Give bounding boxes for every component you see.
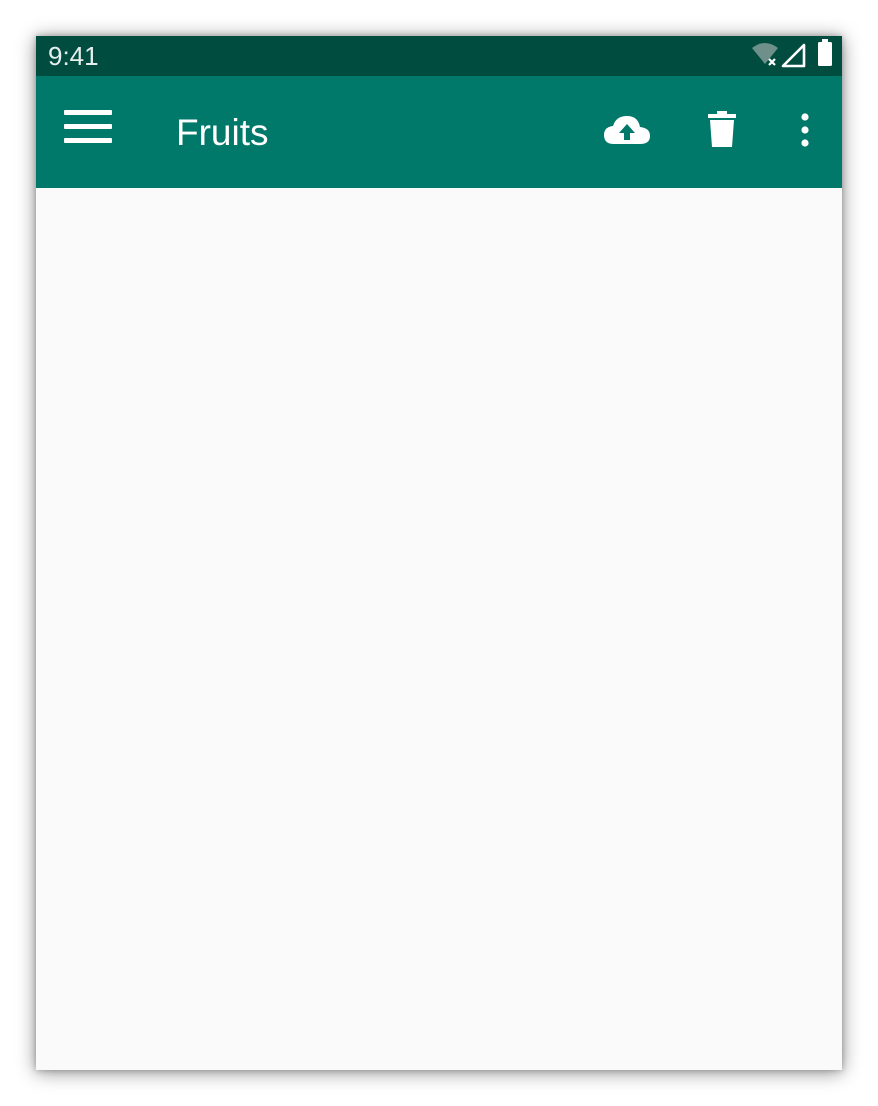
cellular-signal-icon xyxy=(780,36,808,76)
delete-button[interactable] xyxy=(692,100,752,164)
status-bar: 9:41 xyxy=(36,36,842,76)
app-bar: Fruits xyxy=(36,76,842,188)
navigation-menu-button[interactable] xyxy=(50,106,126,158)
status-icons xyxy=(750,36,842,76)
more-options-button[interactable] xyxy=(780,100,830,164)
page-title: Fruits xyxy=(176,112,269,153)
content-area xyxy=(36,188,842,1070)
battery-icon xyxy=(808,36,842,76)
delete-icon xyxy=(706,110,738,154)
more-vert-icon xyxy=(800,112,810,153)
upload-button[interactable] xyxy=(596,100,658,164)
app-screen: 9:41 Fruits xyxy=(36,36,842,1070)
cloud-upload-icon xyxy=(602,112,652,153)
status-time: 9:41 xyxy=(48,41,99,71)
wifi-off-icon xyxy=(750,36,780,76)
